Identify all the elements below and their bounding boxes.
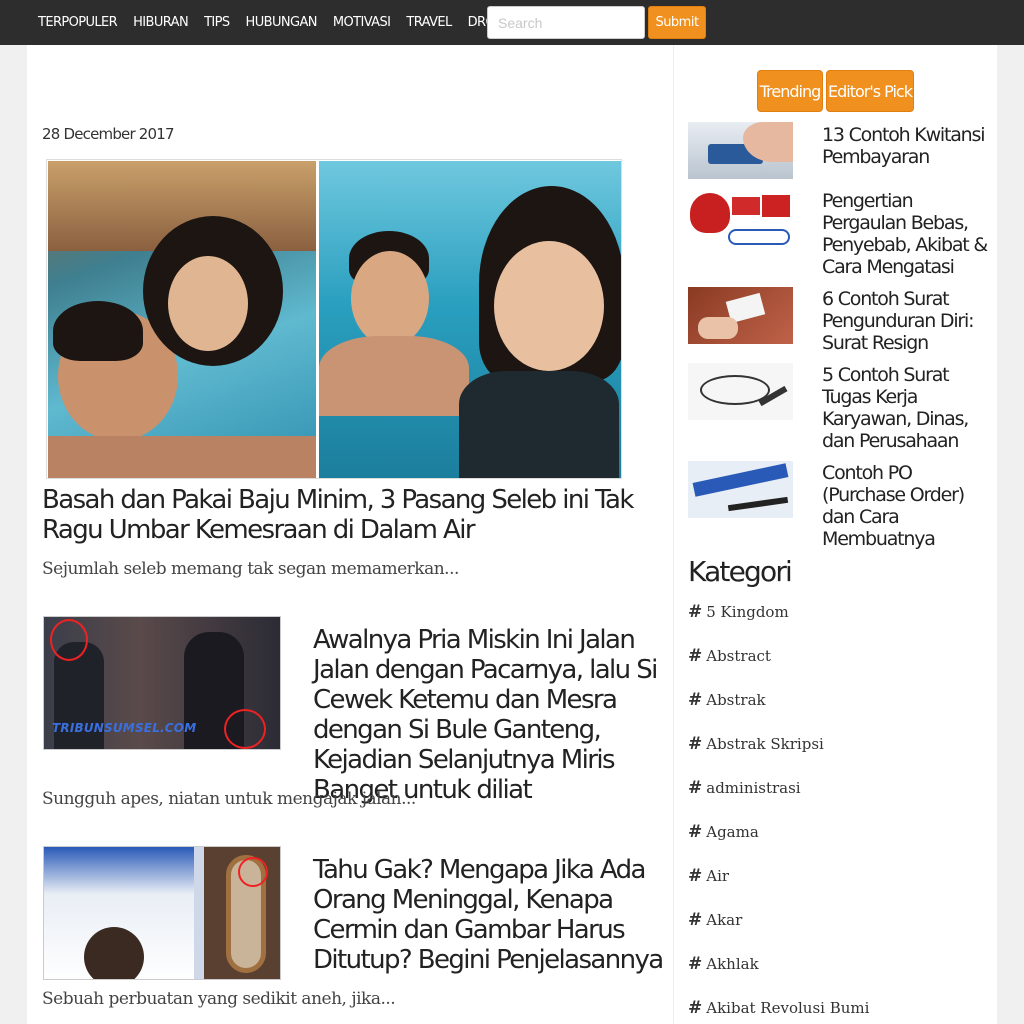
article-title[interactable]: Awalnya Pria Miskin Ini Jalan Jalan deng… xyxy=(313,625,663,805)
category-label: 5 Kingdom xyxy=(706,603,789,621)
nav-item-motivasi[interactable]: MOTIVASI xyxy=(333,15,391,30)
trending-thumbnail[interactable] xyxy=(688,191,793,248)
category-link[interactable]: # Abstrak xyxy=(688,690,766,710)
category-link[interactable]: #5 Kingdom xyxy=(688,602,789,622)
nav-item-hiburan[interactable]: HIBURAN xyxy=(133,15,189,30)
category-label: Akibat Revolusi Bumi xyxy=(706,999,870,1017)
pen-graphic xyxy=(727,496,789,512)
trending-thumbnail[interactable] xyxy=(688,122,793,179)
hand-graphic xyxy=(698,317,738,339)
thumbnail-watermark: TRIBUNSUMSEL.COM xyxy=(52,721,197,735)
hashtag-icon: # xyxy=(688,998,703,1018)
trending-thumbnail[interactable] xyxy=(688,287,793,344)
trending-thumbnail[interactable] xyxy=(688,461,793,518)
person-swimsuit xyxy=(459,371,619,478)
hashtag-icon: # xyxy=(688,734,703,754)
category-label: Air xyxy=(706,867,730,885)
category-label: Abstract xyxy=(706,647,771,665)
trending-thumbnail[interactable] xyxy=(688,363,793,420)
trending-title[interactable]: 13 Contoh Kwitansi Pembayaran xyxy=(822,124,992,168)
category-link[interactable]: # Akar xyxy=(688,910,742,930)
hero-image-right xyxy=(319,161,621,478)
post-date: 28 December 2017 xyxy=(42,125,175,143)
article-title[interactable]: Tahu Gak? Mengapa Jika Ada Orang Meningg… xyxy=(313,855,664,975)
person-body xyxy=(319,336,469,416)
category-label: Akhlak xyxy=(706,955,759,973)
tab-trending[interactable]: Trending xyxy=(757,70,823,112)
sidebar: Trending Editor's Pick 13 Contoh Kwitans… xyxy=(673,45,997,1024)
person-face xyxy=(351,251,429,346)
trending-title[interactable]: 5 Contoh Surat Tugas Kerja Karyawan, Din… xyxy=(822,364,992,452)
submit-button[interactable]: Submit xyxy=(648,6,706,39)
category-label: Abstrak Skripsi xyxy=(706,735,824,753)
article-thumbnail[interactable]: TRIBUNSUMSEL.COM xyxy=(43,616,281,750)
nav-item-hubungan[interactable]: HUBUNGAN xyxy=(246,15,318,30)
top-navbar: TERPOPULER HIBURAN TIPS HUBUNGAN MOTIVAS… xyxy=(0,0,1024,45)
article-excerpt: Sungguh apes, niatan untuk mengajak jala… xyxy=(42,789,416,809)
nav-item-tips[interactable]: TIPS xyxy=(204,15,230,30)
highlight-circle xyxy=(50,619,88,661)
tab-editors-pick[interactable]: Editor's Pick xyxy=(826,70,914,112)
hashtag-icon: # xyxy=(688,690,703,710)
nav-item-terpopuler[interactable]: TERPOPULER xyxy=(38,15,118,30)
search-input[interactable] xyxy=(487,6,645,39)
hashtag-icon: # xyxy=(688,954,703,974)
hero-article-title[interactable]: Basah dan Pakai Baju Minim, 3 Pasang Sel… xyxy=(42,485,652,545)
hashtag-icon: # xyxy=(688,910,703,930)
hero-image[interactable] xyxy=(46,159,622,479)
label-graphic xyxy=(728,229,790,245)
label-graphic xyxy=(762,195,790,217)
hashtag-icon: # xyxy=(688,778,703,798)
category-link[interactable]: # Akibat Revolusi Bumi xyxy=(688,998,869,1018)
hashtag-icon: # xyxy=(688,822,703,842)
highlight-circle xyxy=(238,857,268,887)
main-content: 28 December 2017 Basah dan Pakai Baju Mi… xyxy=(27,45,673,1024)
highlight-circle xyxy=(224,709,266,749)
person-face xyxy=(168,256,248,351)
trending-title[interactable]: 6 Contoh Surat Pengunduran Diri: Surat R… xyxy=(822,288,992,354)
purchase-order-banner xyxy=(692,463,789,497)
person-face xyxy=(494,241,604,371)
category-link[interactable]: # Abstrak Skripsi xyxy=(688,734,824,754)
category-label: administrasi xyxy=(706,779,801,797)
person-hair xyxy=(53,301,143,361)
category-label: Akar xyxy=(706,911,743,929)
article-thumbnail[interactable] xyxy=(43,846,281,980)
category-link[interactable]: # Air xyxy=(688,866,729,886)
category-link[interactable]: # Abstract xyxy=(688,646,771,666)
trending-title[interactable]: Contoh PO (Purchase Order) dan Cara Memb… xyxy=(822,462,992,550)
category-label: Abstrak xyxy=(706,691,766,709)
category-label: Agama xyxy=(706,823,759,841)
person-head xyxy=(84,927,144,979)
hero-image-left xyxy=(48,161,316,478)
category-link[interactable]: # Akhlak xyxy=(688,954,759,974)
nav-item-travel[interactable]: TRAVEL xyxy=(406,15,452,30)
category-link[interactable]: # administrasi xyxy=(688,778,801,798)
heart-graphic xyxy=(690,193,730,233)
category-link[interactable]: # Agama xyxy=(688,822,759,842)
trending-title[interactable]: Pengertian Pergaulan Bebas, Penyebab, Ak… xyxy=(822,190,992,278)
hashtag-icon: # xyxy=(688,866,703,886)
hero-article-excerpt: Sejumlah seleb memang tak segan memamerk… xyxy=(42,559,459,579)
label-graphic xyxy=(732,197,760,215)
kategori-heading: Kategori xyxy=(688,555,793,588)
hashtag-icon: # xyxy=(688,602,703,622)
person-shoulders xyxy=(48,436,316,478)
hashtag-icon: # xyxy=(688,646,703,666)
article-excerpt: Sebuah perbuatan yang sedikit aneh, jika… xyxy=(42,989,396,1009)
